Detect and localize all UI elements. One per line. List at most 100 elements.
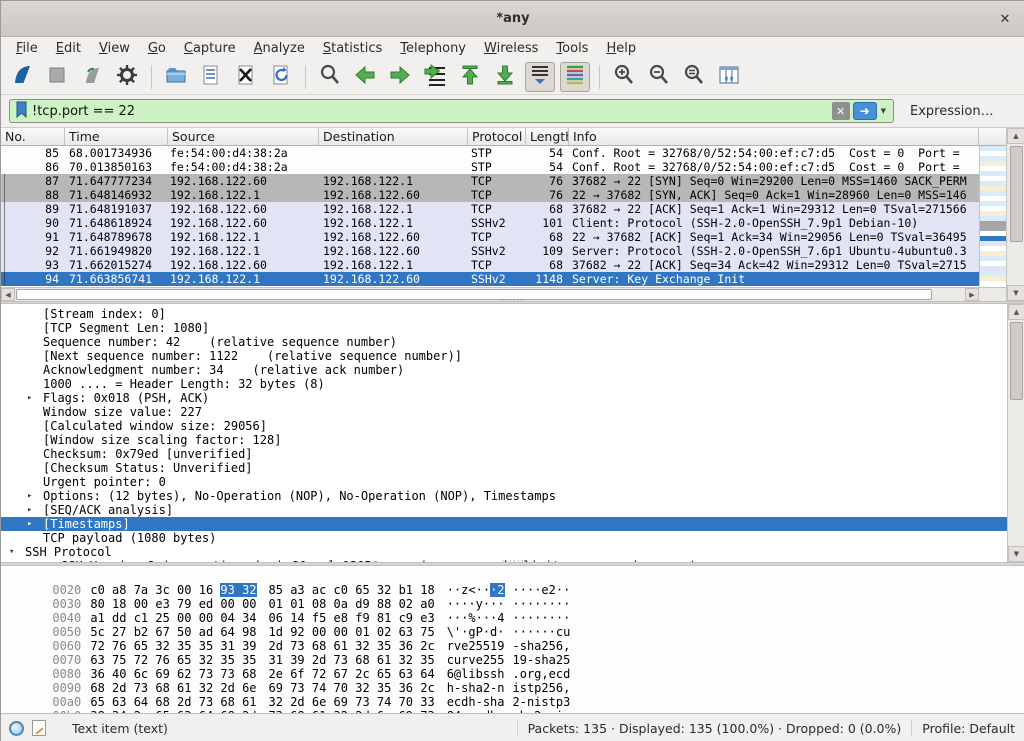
start-capture-button[interactable] (7, 62, 37, 92)
packet-row[interactable]: 90 71.648618924 192.168.122.60 192.168.1… (1, 216, 979, 230)
menu-item[interactable]: Tools (547, 39, 597, 58)
close-file-button[interactable] (231, 62, 261, 92)
menu-item[interactable]: View (90, 39, 139, 58)
resize-columns-button[interactable] (714, 62, 744, 92)
capture-comment-icon[interactable] (32, 720, 46, 736)
restart-capture-button[interactable] (77, 62, 107, 92)
colorize-button[interactable] (560, 62, 590, 92)
packet-details-pane[interactable]: [Stream index: 0] [TCP Segment Len: 1080… (1, 304, 1007, 562)
title-bar[interactable]: *any ✕ (1, 1, 1024, 37)
hex-row[interactable]: 00505c 27 b2 67 50 ad 64 981d 92 00 00 0… (1, 611, 1024, 625)
column-header[interactable]: Time (65, 128, 168, 145)
expander-icon[interactable] (27, 335, 43, 349)
hex-dump-pane[interactable]: 0020c0 a8 7a 3c 00 16 93 3285 a3 ac c0 6… (1, 566, 1024, 713)
packet-row[interactable]: 89 71.648191037 192.168.122.60 192.168.1… (1, 202, 979, 216)
menu-item[interactable]: Help (597, 39, 645, 58)
vscroll-thumb[interactable] (1010, 146, 1023, 242)
packet-row[interactable]: 91 71.648789678 192.168.122.1 192.168.12… (1, 230, 979, 244)
scroll-down-icon[interactable]: ▼ (1007, 285, 1024, 301)
expander-icon[interactable]: ▸ (27, 517, 43, 531)
expander-icon[interactable] (27, 531, 43, 545)
detail-line[interactable]: [Window size scaling factor: 128] (1, 433, 1007, 447)
detail-line[interactable]: 1000 .... = Header Length: 32 bytes (8) (1, 377, 1007, 391)
menu-item[interactable]: Go (139, 39, 175, 58)
menu-item[interactable]: Telephony (391, 39, 475, 58)
column-header[interactable]: Protocol (468, 128, 526, 145)
packet-row[interactable]: 87 71.647777234 192.168.122.60 192.168.1… (1, 174, 979, 188)
detail-line[interactable]: [Stream index: 0] (1, 307, 1007, 321)
add-filter-button[interactable]: + (1020, 102, 1024, 120)
close-icon[interactable]: ✕ (995, 9, 1015, 29)
scroll-up-icon[interactable]: ▲ (1007, 128, 1024, 144)
hex-row[interactable]: 00b038 34 2c 65 63 64 68 2d73 68 61 32 2… (1, 695, 1024, 709)
packet-row[interactable]: 94 71.663856741 192.168.122.1 192.168.12… (1, 272, 979, 286)
packet-row[interactable]: 88 71.648146932 192.168.122.1 192.168.12… (1, 188, 979, 202)
detail-line[interactable]: Acknowledgment number: 34 (relative ack … (1, 363, 1007, 377)
menu-item[interactable]: Edit (47, 39, 90, 58)
hex-row[interactable]: 008036 40 6c 69 62 73 73 682e 6f 72 67 2… (1, 653, 1024, 667)
column-header[interactable]: Source (168, 128, 319, 145)
hscroll-thumb[interactable] (16, 289, 932, 300)
expander-icon[interactable] (27, 349, 43, 363)
expander-icon[interactable]: ▸ (27, 489, 43, 503)
intelligent-scrollbar-map[interactable] (979, 146, 1006, 287)
packet-row[interactable]: 93 71.662015274 192.168.122.60 192.168.1… (1, 258, 979, 272)
detail-line[interactable]: ▸ Options: (12 bytes), No-Operation (NOP… (1, 489, 1007, 503)
hex-row[interactable]: 003080 18 00 e3 79 ed 00 0001 01 08 0a d… (1, 583, 1024, 597)
column-header[interactable]: No. (1, 128, 65, 145)
column-header[interactable]: Info (569, 128, 979, 145)
save-file-button[interactable] (196, 62, 226, 92)
expander-icon[interactable]: ▸ (27, 391, 43, 405)
expander-icon[interactable] (27, 321, 43, 335)
hex-row[interactable]: 009068 2d 73 68 61 32 2d 6e69 73 74 70 3… (1, 667, 1024, 681)
expander-icon[interactable] (27, 419, 43, 433)
detail-line[interactable]: [Calculated window size: 29056] (1, 419, 1007, 433)
display-filter-input[interactable] (32, 104, 832, 119)
detail-line[interactable]: ▸ [Timestamps] (1, 517, 1007, 531)
auto-scroll-button[interactable] (525, 62, 555, 92)
hex-row[interactable]: 0020c0 a8 7a 3c 00 16 93 3285 a3 ac c0 6… (1, 569, 1024, 583)
expander-icon[interactable] (27, 461, 43, 475)
detail-line[interactable]: ▸ Flags: 0x018 (PSH, ACK) (1, 391, 1007, 405)
details-scroll-thumb[interactable] (1010, 322, 1023, 400)
go-to-packet-button[interactable] (420, 62, 450, 92)
menu-item[interactable]: File (7, 39, 47, 58)
scroll-down-icon[interactable]: ▼ (1008, 546, 1024, 562)
scroll-right-icon[interactable]: ▶ (965, 288, 979, 301)
menu-item[interactable]: Statistics (314, 39, 391, 58)
go-back-button[interactable] (350, 62, 380, 92)
menu-item[interactable]: Capture (175, 39, 245, 58)
filter-history-caret-icon[interactable]: ▼ (877, 107, 890, 115)
zoom-out-button[interactable] (644, 62, 674, 92)
detail-line[interactable]: TCP payload (1080 bytes) (1, 531, 1007, 545)
hex-row[interactable]: 0040a1 dd c1 25 00 00 04 3406 14 f5 e8 f… (1, 597, 1024, 611)
reload-file-button[interactable] (266, 62, 296, 92)
expander-icon[interactable] (27, 307, 43, 321)
expander-icon[interactable] (27, 377, 43, 391)
expander-icon[interactable]: ▾ (9, 545, 25, 559)
detail-line[interactable]: ▸ [SEQ/ACK analysis] (1, 503, 1007, 517)
stop-capture-button[interactable] (42, 62, 72, 92)
apply-filter-icon[interactable]: ➜ (853, 102, 877, 120)
detail-line[interactable]: Window size value: 227 (1, 405, 1007, 419)
expert-info-icon[interactable] (9, 721, 24, 736)
expander-icon[interactable] (27, 405, 43, 419)
expander-icon[interactable] (27, 433, 43, 447)
column-header[interactable]: Length (526, 128, 569, 145)
column-header[interactable]: Destination (319, 128, 468, 145)
expression-button[interactable]: Expression… (910, 104, 994, 119)
expander-icon[interactable] (27, 447, 43, 461)
detail-line[interactable]: Sequence number: 42 (relative sequence n… (1, 335, 1007, 349)
scroll-left-icon[interactable]: ◀ (1, 288, 15, 301)
display-filter-field[interactable]: ✕ ➜ ▼ (9, 99, 894, 123)
open-file-button[interactable] (161, 62, 191, 92)
menu-item[interactable]: Wireless (475, 39, 547, 58)
zoom-original-button[interactable] (679, 62, 709, 92)
go-forward-button[interactable] (385, 62, 415, 92)
expander-icon[interactable] (27, 363, 43, 377)
packet-list-vscrollbar[interactable]: ▲ ▼ (1006, 128, 1024, 301)
detail-line[interactable]: [Checksum Status: Unverified] (1, 461, 1007, 475)
packet-row[interactable]: 92 71.661949820 192.168.122.1 192.168.12… (1, 244, 979, 258)
find-packet-button[interactable] (315, 62, 345, 92)
scroll-up-icon[interactable]: ▲ (1008, 304, 1024, 320)
